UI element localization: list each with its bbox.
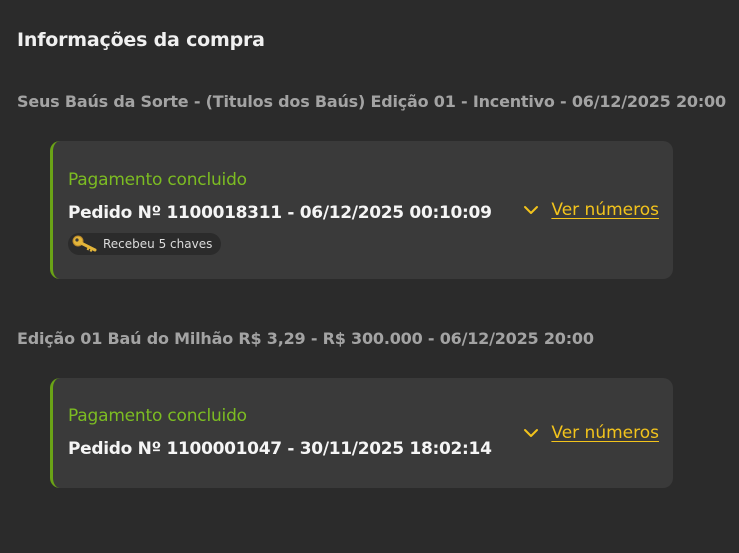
show-numbers-toggle[interactable]: Ver números [523, 423, 659, 443]
purchase-group-title: Seus Baús da Sorte - (Titulos dos Baús) … [17, 92, 726, 111]
reward-label: Recebeu 5 chaves [103, 237, 213, 251]
show-numbers-link[interactable]: Ver números [551, 423, 659, 443]
key-icon [72, 234, 98, 255]
order-number: Pedido Nº 1100001047 - 30/11/2025 18:02:… [68, 439, 492, 459]
order-card: Pagamento concluido Pedido Nº 1100001047… [50, 378, 673, 488]
show-numbers-link[interactable]: Ver números [551, 200, 659, 220]
order-number: Pedido Nº 1100018311 - 06/12/2025 00:10:… [68, 203, 492, 223]
order-card: Pagamento concluido Pedido Nº 1100018311… [50, 141, 673, 279]
chevron-down-icon[interactable] [523, 427, 539, 439]
chevron-down-icon[interactable] [523, 204, 539, 216]
payment-status: Pagamento concluido [68, 406, 247, 426]
purchase-group-title: Edição 01 Baú do Milhão R$ 3,29 - R$ 300… [17, 329, 594, 348]
payment-status: Pagamento concluido [68, 170, 247, 190]
page-title: Informações da compra [17, 29, 265, 51]
purchase-info-page: Informações da compra Seus Baús da Sorte… [0, 0, 739, 553]
show-numbers-toggle[interactable]: Ver números [523, 200, 659, 220]
reward-badge: Recebeu 5 chaves [68, 233, 222, 255]
